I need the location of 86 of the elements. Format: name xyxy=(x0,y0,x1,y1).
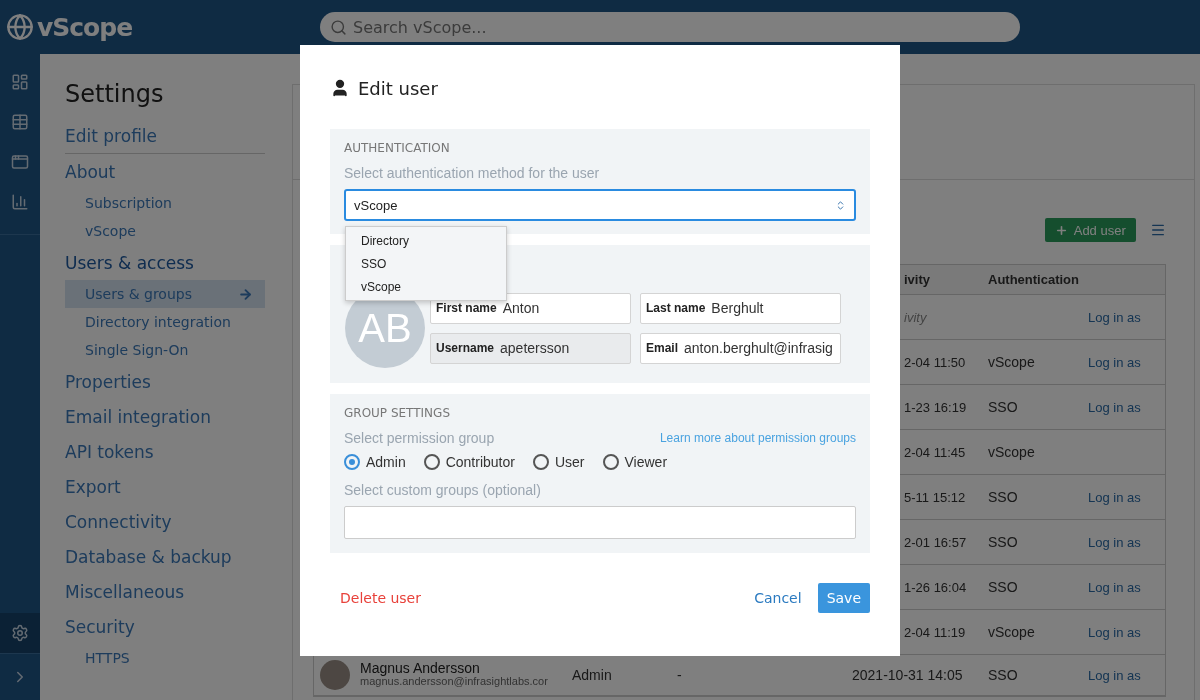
learn-more-link[interactable]: Learn more about permission groups xyxy=(659,431,856,445)
search-icon xyxy=(330,18,347,36)
table-cell-text: 2-04 11:50 xyxy=(904,354,967,370)
dropdown-option[interactable]: SSO xyxy=(346,252,506,275)
dropdown-option[interactable]: Directory xyxy=(346,229,506,252)
table-cell-text: 5-11 15:12 xyxy=(904,489,967,505)
nav-subitem[interactable]: HTTPS xyxy=(65,644,265,672)
add-user-button[interactable]: Add user xyxy=(1044,218,1136,242)
nav-item[interactable]: Database & backup xyxy=(65,539,265,574)
window-icon xyxy=(11,153,29,171)
table-cell-text: - xyxy=(676,667,683,683)
table-cell-text: 1-23 16:19 xyxy=(904,399,968,415)
table-cell-text: SSO xyxy=(987,399,1019,415)
updown-caret-icon xyxy=(835,199,846,211)
permission-radio[interactable]: Contributor xyxy=(423,454,515,470)
table-cell-text: SSO xyxy=(987,489,1019,505)
text-field[interactable]: Last name Berghult xyxy=(640,292,841,324)
permission-radio[interactable]: Admin xyxy=(344,454,406,470)
log-in-as-link[interactable]: Log in as xyxy=(1088,399,1141,415)
field-hint: Select custom groups (optional) xyxy=(344,482,542,498)
save-button[interactable]: Save xyxy=(817,583,870,613)
nav-item[interactable]: Miscellaneous xyxy=(65,574,265,609)
nav-item[interactable]: Email integration xyxy=(65,399,265,434)
table-icon xyxy=(11,113,29,131)
plus-icon xyxy=(1054,223,1068,237)
field-hint: Select authentication method for the user xyxy=(344,165,601,181)
table-cell-text: 2-04 11:45 xyxy=(904,444,967,460)
user-icon xyxy=(330,78,350,98)
dialog-title: Edit user xyxy=(358,77,438,99)
log-in-as-link[interactable]: Log in as xyxy=(1088,624,1141,640)
nav-item[interactable]: Export xyxy=(65,469,265,504)
log-in-as-link[interactable]: Log in as xyxy=(1088,354,1141,370)
nav-item[interactable]: About xyxy=(65,154,265,189)
cancel-button[interactable]: Cancel xyxy=(754,590,802,606)
nav-item[interactable]: Users & access xyxy=(65,245,265,280)
nav-item[interactable]: Connectivity xyxy=(65,504,265,539)
table-cell-text: vScope xyxy=(987,444,1036,460)
nav-item[interactable]: Edit profile xyxy=(65,118,265,154)
nav-item[interactable]: Security xyxy=(65,609,265,644)
settings-icon xyxy=(11,624,29,642)
menu-icon[interactable] xyxy=(1149,222,1166,238)
permission-radio[interactable]: User xyxy=(532,454,585,470)
nav-subitem[interactable]: Directory integration xyxy=(65,308,265,336)
nav-item[interactable]: Properties xyxy=(65,364,265,399)
user-name: Magnus Andersson xyxy=(360,662,481,675)
table-cell-text: vScope xyxy=(987,624,1036,640)
section-heading: AUTHENTICATION xyxy=(344,141,451,155)
log-in-as-link[interactable]: Log in as xyxy=(1088,667,1141,683)
user-email: magnus.andersson@infrasightlabs.cor xyxy=(360,675,548,688)
nav-subitem[interactable]: Users & groups xyxy=(65,280,265,308)
log-in-as-link[interactable]: Log in as xyxy=(1088,534,1141,550)
table-cell-text: vScope xyxy=(987,354,1036,370)
text-field[interactable]: Email anton.berghult@infrasig xyxy=(640,332,841,364)
nav-subitem[interactable]: vScope xyxy=(65,217,265,245)
authentication-select[interactable]: vScope xyxy=(344,189,856,221)
dashboard-icon xyxy=(11,73,29,91)
table-cell-text: Admin xyxy=(571,667,613,683)
column-header: Authentication xyxy=(987,272,1080,287)
log-in-as-link[interactable]: Log in as xyxy=(1088,579,1141,595)
field-hint: Select permission group xyxy=(344,430,495,446)
nav-subitem[interactable]: Subscription xyxy=(65,189,265,217)
logo-text: vScope xyxy=(37,12,133,42)
column-header: ivity xyxy=(904,272,931,287)
custom-groups-field[interactable] xyxy=(344,506,856,539)
settings-title: Settings xyxy=(65,80,165,108)
bar-chart-icon xyxy=(11,193,29,211)
table-cell-text: SSO xyxy=(987,579,1019,595)
avatar-placeholder xyxy=(320,660,350,690)
nav-subitem[interactable]: Single Sign-On xyxy=(65,336,265,364)
table-cell-text: SSO xyxy=(987,534,1019,550)
table-cell-text: 2-01 16:57 xyxy=(904,534,968,550)
delete-user-button[interactable]: Delete user xyxy=(340,590,421,606)
log-in-as-link[interactable]: Log in as xyxy=(1088,489,1141,505)
rail-button[interactable] xyxy=(0,613,40,653)
search-field[interactable]: Search vScope... xyxy=(320,12,1020,42)
section-heading: GROUP SETTINGS xyxy=(344,406,451,420)
log-in-as-link[interactable]: Log in as xyxy=(1088,309,1141,325)
table-cell-text: 2021-10-31 14:05 xyxy=(851,667,964,683)
globe-logo-icon xyxy=(6,13,34,41)
table-cell-text: SSO xyxy=(987,667,1019,683)
permission-radio[interactable]: Viewer xyxy=(602,454,668,470)
table-cell-text: ivity xyxy=(904,309,928,325)
table-cell-text: 2-04 11:19 xyxy=(904,624,967,640)
table-cell-text: 1-26 16:04 xyxy=(904,579,968,595)
nav-item[interactable]: API tokens xyxy=(65,434,265,469)
arrow-right-icon xyxy=(238,286,253,302)
